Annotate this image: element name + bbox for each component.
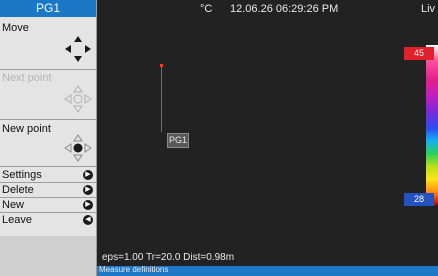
arrow-down-icon bbox=[73, 154, 83, 162]
delete-label: Delete bbox=[2, 184, 34, 196]
measurement-panel: PG1 Move Next point New point Settings ▶… bbox=[0, 0, 97, 276]
temperature-unit: °C bbox=[200, 3, 213, 15]
settings-button[interactable]: Settings ▶ bbox=[0, 168, 96, 183]
circle-button-icon: ▶ bbox=[83, 185, 93, 195]
circle-button-icon: ▶ bbox=[83, 200, 93, 210]
new-point-pad[interactable] bbox=[61, 131, 95, 165]
thermal-image-viewer[interactable]: °C 12.06.26 06:29:26 PM Liv 45 28 PG1 ep… bbox=[97, 0, 438, 276]
next-point-pad[interactable] bbox=[61, 82, 95, 116]
marker-leader-line bbox=[161, 67, 162, 132]
divider bbox=[0, 166, 96, 167]
delete-button[interactable]: Delete ▶ bbox=[0, 183, 96, 198]
circle-button-icon: ◀ bbox=[83, 215, 93, 225]
status-bar: Measure definitions bbox=[97, 265, 438, 276]
center-dot-icon bbox=[73, 143, 83, 153]
new-label: New bbox=[2, 199, 25, 211]
scale-min-value[interactable]: 28 bbox=[404, 193, 434, 206]
move-direction-pad[interactable] bbox=[61, 32, 95, 66]
arrow-up-icon bbox=[73, 85, 83, 93]
leave-button[interactable]: Leave ◀ bbox=[0, 213, 96, 228]
arrow-left-icon bbox=[65, 45, 71, 53]
panel-footer bbox=[0, 236, 96, 276]
next-point-label: Next point bbox=[2, 72, 52, 84]
arrow-down-icon bbox=[74, 56, 82, 62]
move-label: Move bbox=[2, 22, 29, 34]
settings-label: Settings bbox=[2, 169, 42, 181]
center-dot-icon bbox=[73, 94, 83, 104]
circle-button-icon: ▶ bbox=[83, 170, 93, 180]
datetime-readout: 12.06.26 06:29:26 PM bbox=[230, 3, 339, 15]
status-bar-text: Measure definitions bbox=[99, 265, 169, 274]
scale-max-value[interactable]: 45 bbox=[404, 47, 434, 60]
arrow-up-icon bbox=[74, 36, 82, 42]
leave-label: Leave bbox=[2, 214, 32, 226]
arrow-left-icon bbox=[64, 143, 72, 153]
arrow-right-icon bbox=[85, 45, 91, 53]
panel-title: PG1 bbox=[0, 0, 96, 17]
measurement-parameters: eps=1.00 Tr=20.0 Dist=0.98m bbox=[102, 252, 235, 263]
arrow-right-icon bbox=[84, 143, 92, 153]
new-point-label: New point bbox=[2, 123, 51, 135]
arrow-left-icon bbox=[64, 94, 72, 104]
measurement-point-label[interactable]: PG1 bbox=[167, 133, 189, 148]
divider bbox=[0, 69, 96, 70]
color-scale-bar bbox=[426, 45, 438, 205]
arrow-right-icon bbox=[84, 94, 92, 104]
new-button[interactable]: New ▶ bbox=[0, 198, 96, 213]
live-mode-label: Liv bbox=[421, 3, 436, 15]
arrow-up-icon bbox=[73, 134, 83, 142]
divider bbox=[0, 119, 96, 120]
arrow-down-icon bbox=[73, 105, 83, 113]
